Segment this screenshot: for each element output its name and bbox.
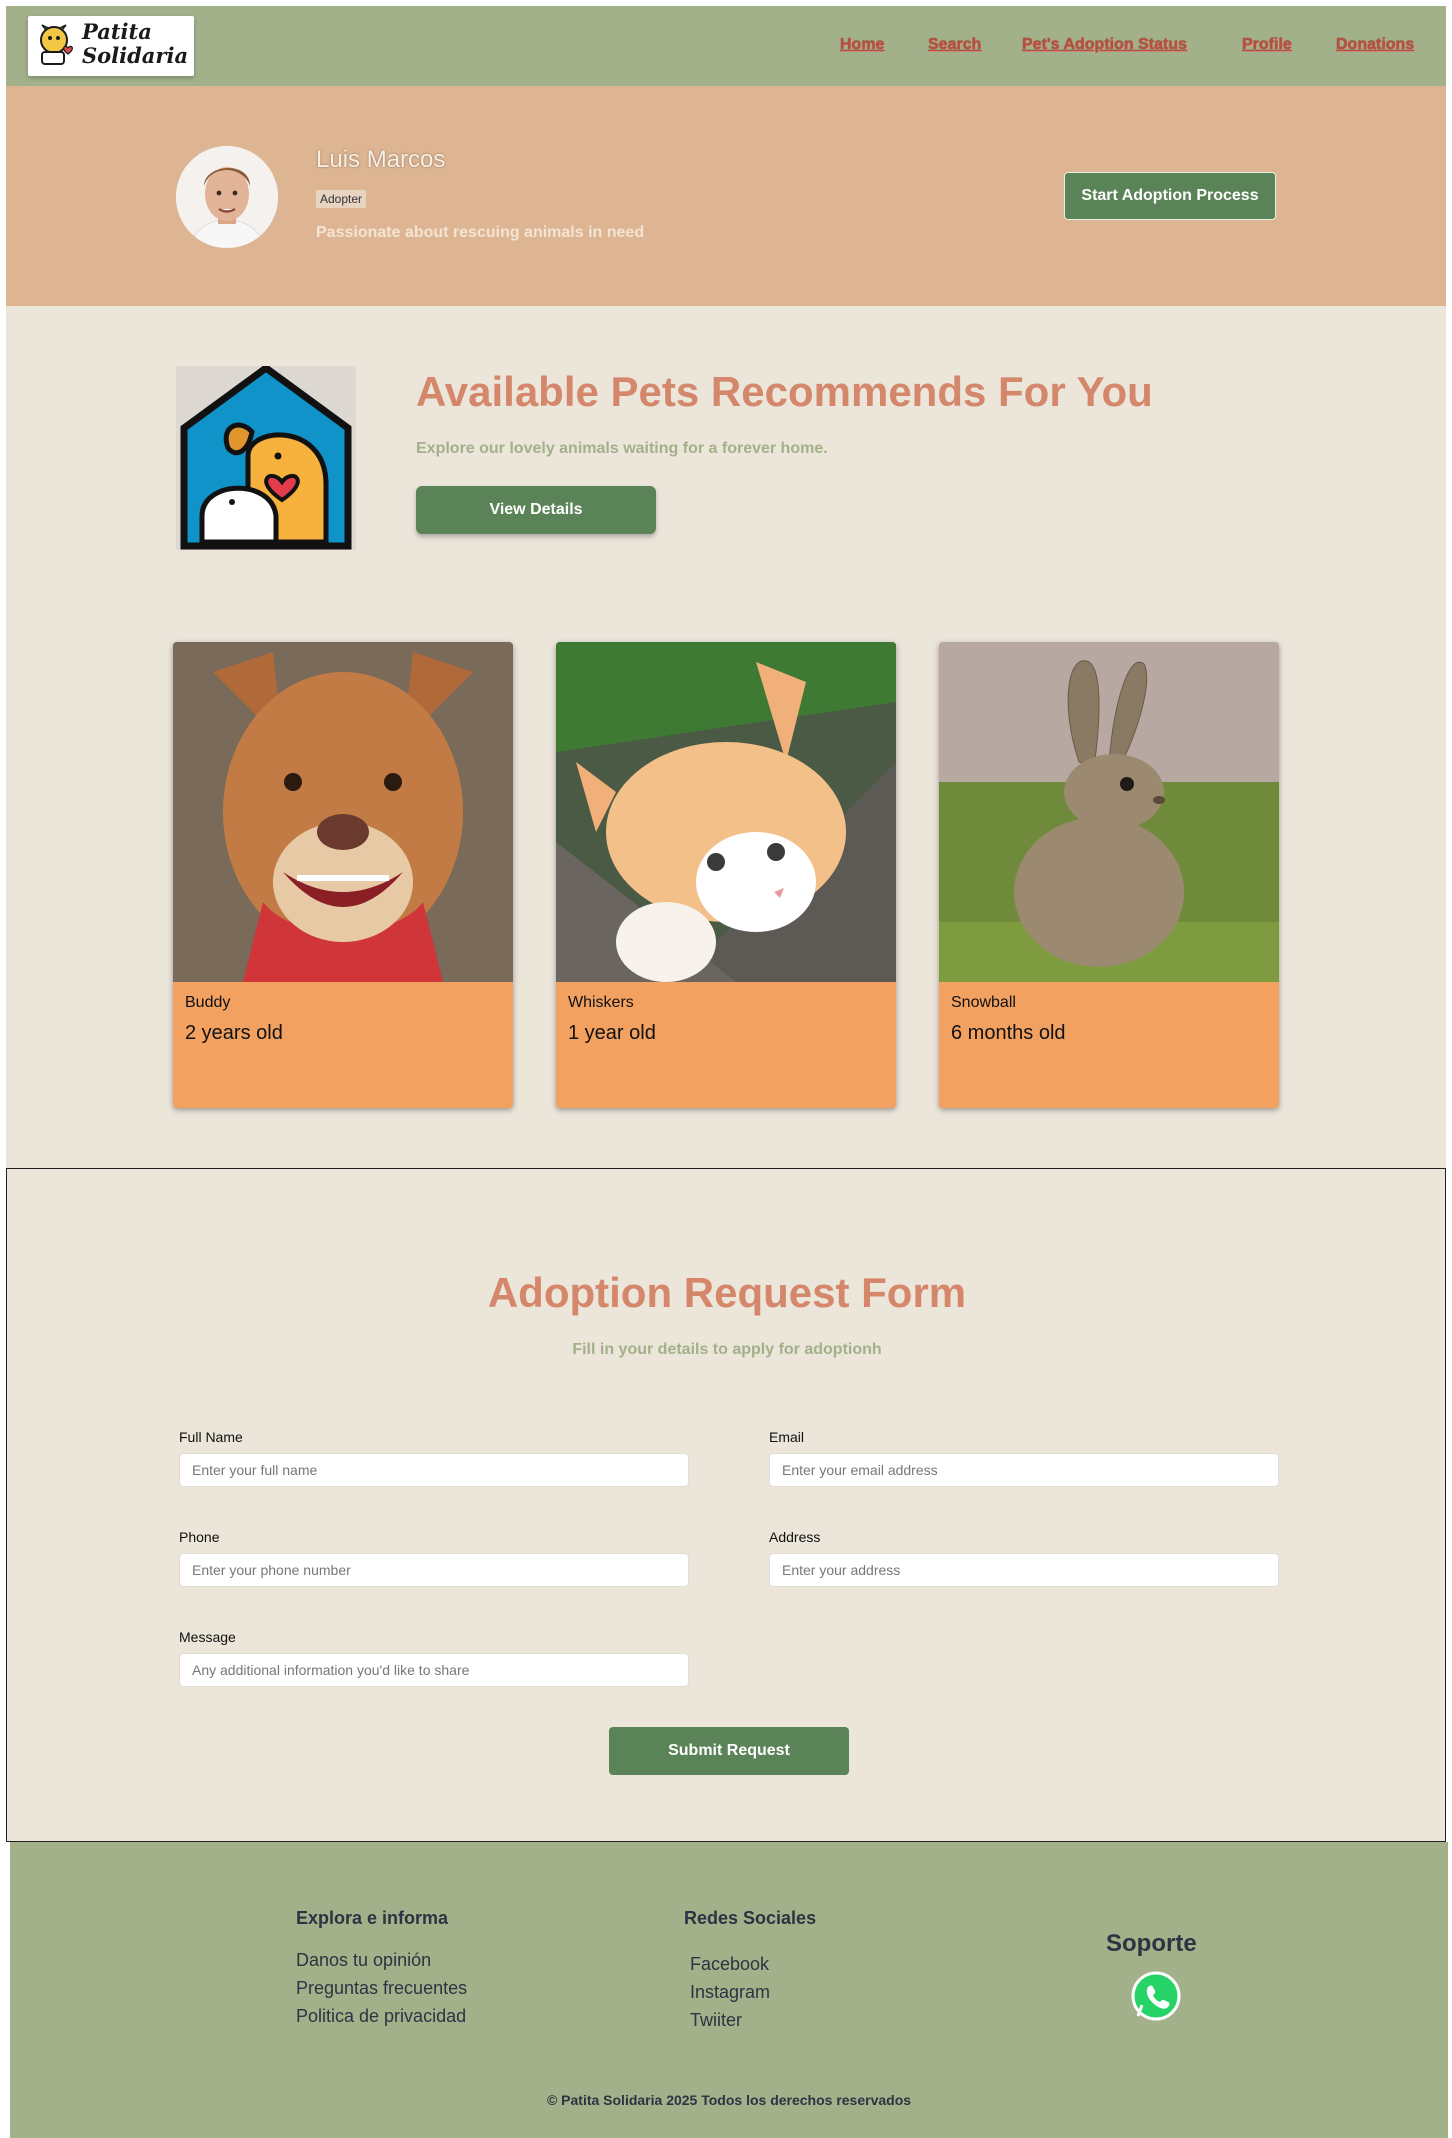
- social-links: Facebook Instagram Twiiter: [690, 1950, 770, 2034]
- submit-request-button[interactable]: Submit Request: [609, 1727, 849, 1775]
- nav-link-profile[interactable]: Profile: [1242, 36, 1292, 54]
- logo-line-2: Solidaria: [82, 43, 189, 68]
- social-heading: Redes Sociales: [684, 1908, 817, 1928]
- avatar: [176, 146, 278, 248]
- pet-age: 6 months old: [951, 1022, 1066, 1044]
- adoption-form-section: Adoption Request Form Fill in your detai…: [6, 1168, 1446, 1842]
- view-details-button[interactable]: View Details: [416, 486, 656, 534]
- footer-link-twitter[interactable]: Twiiter: [690, 2006, 770, 2034]
- profile-tagline: Passionate about rescuing animals in nee…: [316, 224, 645, 241]
- nav-link-donations[interactable]: Donations: [1336, 36, 1414, 54]
- rabbit-photo: [939, 642, 1279, 982]
- pet-name: Buddy: [185, 994, 231, 1011]
- start-adoption-button[interactable]: Start Adoption Process: [1064, 172, 1276, 220]
- footer: Explora e informa Danos tu opinión Pregu…: [10, 1842, 1448, 2138]
- pet-card-snowball[interactable]: Snowball 6 months old: [939, 642, 1279, 1108]
- footer-link-privacy[interactable]: Politica de privacidad: [296, 2002, 467, 2030]
- navbar: Patita Solidaria Home Search Pet's Adopt…: [6, 6, 1446, 86]
- footer-link-faq[interactable]: Preguntas frecuentes: [296, 1974, 467, 2002]
- nav-link-search[interactable]: Search: [928, 36, 981, 54]
- whatsapp-icon[interactable]: [1130, 1970, 1182, 2022]
- copyright: © Patita Solidaria 2025 Todos los derech…: [546, 2092, 912, 2108]
- recommend-subtitle: Explore our lovely animals waiting for a…: [416, 440, 828, 457]
- logo-text: Patita Solidaria: [82, 20, 192, 68]
- email-label: Email: [769, 1429, 805, 1445]
- recommend-section: Available Pets Recommends For You Explor…: [6, 306, 1446, 1168]
- pet-card-whiskers[interactable]: Whiskers 1 year old: [556, 642, 896, 1108]
- cat-photo: [556, 642, 896, 982]
- explore-heading: Explora e informa: [296, 1908, 449, 1928]
- recommend-title: Available Pets Recommends For You: [416, 368, 1153, 415]
- phone-label: Phone: [179, 1529, 220, 1545]
- paw-heart-logo-icon: [40, 24, 73, 65]
- explore-links: Danos tu opinión Preguntas frecuentes Po…: [296, 1946, 467, 2030]
- pet-house-illustration: [176, 363, 356, 550]
- phone-input[interactable]: [179, 1553, 689, 1587]
- nav-link-home[interactable]: Home: [840, 36, 884, 54]
- user-portrait-icon: [176, 146, 278, 248]
- footer-link-instagram[interactable]: Instagram: [690, 1978, 770, 2006]
- profile-banner: Luis Marcos Adopter Passionate about res…: [6, 86, 1446, 306]
- message-label: Message: [179, 1629, 236, 1645]
- nav-link-adoption-status[interactable]: Pet's Adoption Status: [1022, 36, 1187, 54]
- logo-line-1: Patita: [82, 19, 152, 44]
- logo[interactable]: Patita Solidaria: [28, 16, 194, 76]
- pet-card-buddy[interactable]: Buddy 2 years old: [173, 642, 513, 1108]
- email-input[interactable]: [769, 1453, 1279, 1487]
- support-heading: Soporte: [1106, 1930, 1197, 1957]
- pet-name: Whiskers: [568, 994, 634, 1011]
- form-title: Adoption Request Form: [487, 1269, 967, 1316]
- full-name-label: Full Name: [179, 1429, 243, 1445]
- footer-link-facebook[interactable]: Facebook: [690, 1950, 770, 1978]
- footer-link-opinion[interactable]: Danos tu opinión: [296, 1946, 467, 1974]
- full-name-input[interactable]: [179, 1453, 689, 1487]
- pet-age: 1 year old: [568, 1022, 656, 1044]
- pet-house-icon: [180, 363, 352, 550]
- address-input[interactable]: [769, 1553, 1279, 1587]
- profile-name: Luis Marcos: [316, 146, 446, 173]
- form-subtitle: Fill in your details to apply for adopti…: [572, 1341, 882, 1358]
- message-input[interactable]: [179, 1653, 689, 1687]
- address-label: Address: [769, 1529, 821, 1545]
- dog-photo: [173, 642, 513, 982]
- pet-age: 2 years old: [185, 1022, 283, 1044]
- role-badge: Adopter: [316, 190, 367, 208]
- pet-name: Snowball: [951, 994, 1016, 1011]
